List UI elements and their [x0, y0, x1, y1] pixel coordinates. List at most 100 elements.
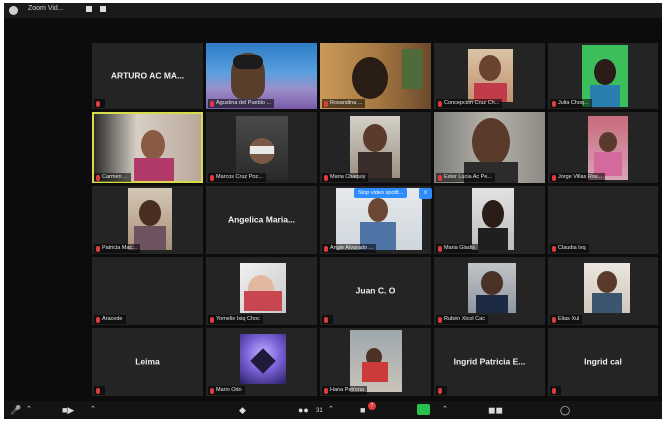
participant-label: Aracede: [94, 315, 126, 324]
participant-label: Hana Petrona: [322, 386, 367, 395]
participant-label: Angie Alvarado ...: [322, 244, 377, 253]
microphone-icon[interactable]: 🎤: [10, 404, 21, 416]
video-feed: [240, 334, 286, 384]
video-feed: [350, 330, 402, 392]
participant-label: Maria Gladis: [436, 244, 478, 253]
participant-tile[interactable]: Agustina del Pueblo ...: [206, 43, 317, 109]
participant-tile[interactable]: Ester Lucia Ac Pe...: [434, 112, 545, 183]
tooltip-close-button[interactable]: x: [419, 188, 432, 199]
zoom-window: Zoom Vid... ARTURO AC MA... Agustina del…: [4, 3, 662, 419]
participant-label: Patricia Mac...: [94, 244, 140, 253]
video-feed: [588, 116, 628, 180]
muted-mic-icon: [96, 316, 100, 323]
muted-mic-icon: [438, 387, 442, 394]
video-feed: [468, 49, 513, 102]
record-icon[interactable]: ◼◼: [488, 404, 503, 416]
spotlight-tooltip[interactable]: Stop video spotlt...: [354, 188, 408, 198]
participant-tile[interactable]: Mario Odo: [206, 328, 317, 396]
chat-icon[interactable]: ■: [360, 404, 365, 416]
chevron-up-icon[interactable]: ⌃: [90, 404, 96, 416]
participant-label: Yomelie Ixiq Choc: [208, 315, 263, 324]
muted-mic-icon: [210, 316, 214, 323]
window-title: Zoom Vid...: [28, 5, 64, 12]
participant-name: Ingrid cal: [584, 356, 622, 367]
participant-tile-active-speaker[interactable]: Carmen ...: [92, 112, 203, 183]
muted-mic-icon: [438, 245, 442, 252]
zoom-app-icon: [9, 6, 18, 15]
muted-mic-icon: [552, 387, 556, 394]
muted-mic-icon: [552, 245, 556, 252]
shield-icon[interactable]: ◆: [239, 404, 246, 416]
muted-mic-icon: [96, 100, 100, 107]
chevron-up-icon[interactable]: ⌃: [26, 404, 32, 416]
participants-icon[interactable]: ●●: [298, 404, 309, 416]
participant-tile[interactable]: Jorge Villas Ros...: [548, 112, 658, 183]
muted-mic-icon: [324, 100, 328, 107]
muted-mic-icon: [438, 100, 442, 107]
participant-tile[interactable]: Concepcion Cruz Ch...: [434, 43, 545, 109]
participant-tile[interactable]: Rubén Xicol Cac: [434, 257, 545, 325]
muted-mic-icon: [552, 174, 556, 181]
muted-mic-icon: [96, 174, 100, 181]
meeting-toolbar: 🎤 ⌃ ■▶ ⌃ ◆ ●● 31 ⌃ ■ 7 ⌃ ◼◼ ◯: [4, 401, 662, 419]
share-screen-icon[interactable]: [417, 404, 430, 415]
video-feed: [472, 188, 514, 250]
video-feed: [128, 188, 172, 250]
participant-label: [322, 315, 333, 324]
participant-label: [94, 99, 105, 108]
participant-tile[interactable]: Maria Chaquiy: [320, 112, 431, 183]
participant-label: Marcos Cruz Poz...: [208, 173, 266, 182]
participant-tile[interactable]: Rosandina ...: [320, 43, 431, 109]
participant-name: ARTURO AC MA...: [110, 70, 185, 81]
muted-mic-icon: [438, 174, 442, 181]
participant-tile[interactable]: Ingrid Patricia E...: [434, 328, 545, 396]
muted-mic-icon: [210, 100, 214, 107]
muted-mic-icon: [552, 100, 556, 107]
video-feed: [584, 263, 630, 313]
video-camera-icon[interactable]: ■▶: [62, 404, 74, 416]
participant-label: Rubén Xicol Cac: [436, 315, 488, 324]
minimize-button[interactable]: [86, 6, 92, 12]
muted-mic-icon: [210, 387, 214, 394]
muted-mic-icon: [324, 387, 328, 394]
muted-mic-icon: [96, 387, 100, 394]
maximize-button[interactable]: [100, 6, 106, 12]
participant-tile[interactable]: Claudia Ixq: [548, 186, 658, 254]
reactions-icon[interactable]: ◯: [560, 404, 570, 416]
participant-tile[interactable]: Marcos Cruz Poz...: [206, 112, 317, 183]
chevron-up-icon[interactable]: ⌃: [328, 404, 334, 416]
participant-tile[interactable]: Aracede: [92, 257, 203, 325]
participant-tile[interactable]: Yomelie Ixiq Choc: [206, 257, 317, 325]
video-feed: [240, 263, 286, 313]
video-feed: [350, 116, 400, 178]
participant-tile[interactable]: Ingrid cal: [548, 328, 658, 396]
video-feed: [236, 116, 288, 180]
muted-mic-icon: [438, 316, 442, 323]
video-feed: [468, 263, 516, 313]
participant-label: Maria Chaquiy: [322, 173, 369, 182]
participant-tile[interactable]: Hana Petrona: [320, 328, 431, 396]
participant-label: Mario Odo: [208, 386, 245, 395]
participant-label: Carmen ...: [94, 173, 131, 182]
participant-name: Ingrid Patricia E...: [453, 356, 526, 367]
participant-tile[interactable]: Elias Xul: [548, 257, 658, 325]
participant-tile[interactable]: Patricia Mac...: [92, 186, 203, 254]
muted-mic-icon: [552, 316, 556, 323]
chevron-up-icon[interactable]: ⌃: [442, 404, 448, 416]
participant-tile[interactable]: ARTURO AC MA...: [92, 43, 203, 109]
title-bar: Zoom Vid...: [4, 3, 662, 18]
muted-mic-icon: [96, 245, 100, 252]
participant-tile[interactable]: Juan C. O: [320, 257, 431, 325]
muted-mic-icon: [324, 174, 328, 181]
participant-tile[interactable]: Julia Choq...: [548, 43, 658, 109]
participant-label: Elias Xul: [550, 315, 583, 324]
participant-tile[interactable]: Leima: [92, 328, 203, 396]
chat-badge: 7: [368, 402, 376, 410]
participant-label: Jorge Villas Ros...: [550, 173, 606, 182]
participant-label: [94, 386, 105, 395]
participant-label: Claudia Ixq: [550, 244, 589, 253]
participant-tile[interactable]: Maria Gladis: [434, 186, 545, 254]
participant-label: Agustina del Pueblo ...: [208, 99, 275, 108]
participant-tile[interactable]: Angelica Maria...: [206, 186, 317, 254]
participant-name: Leima: [135, 356, 160, 367]
